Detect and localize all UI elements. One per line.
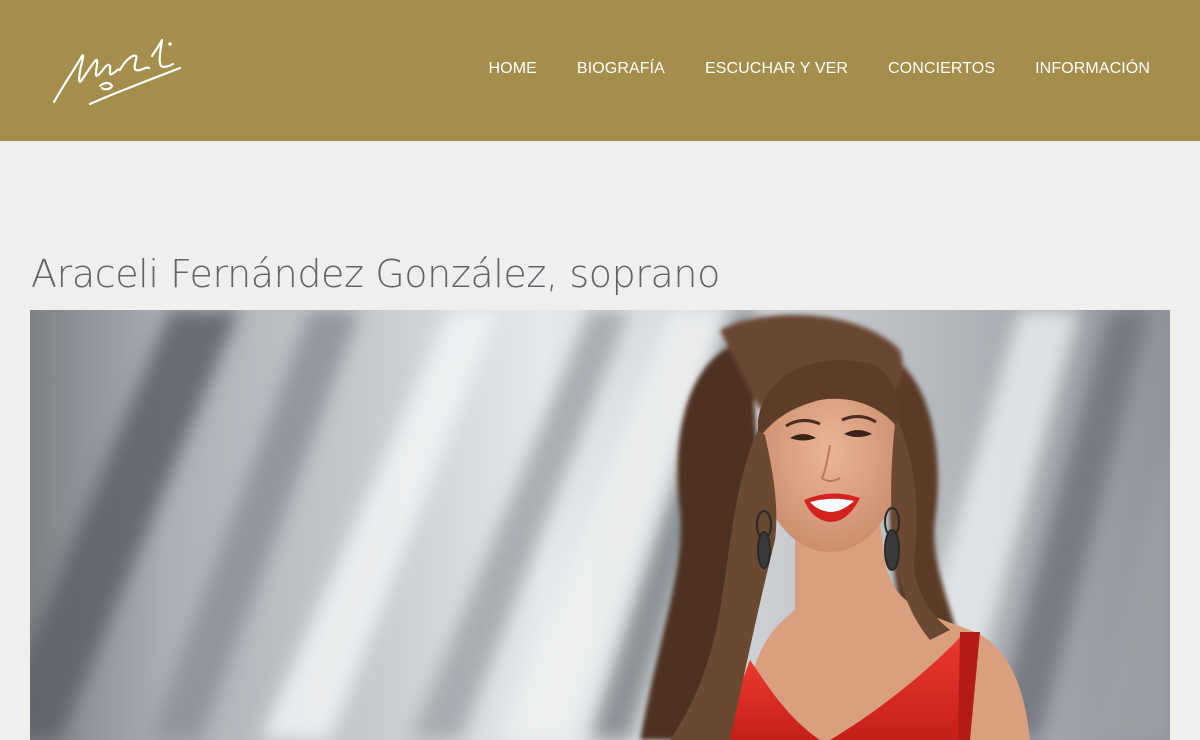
site-header: HOME BIOGRAFÍA ESCUCHAR Y VER CONCIERTOS… <box>0 0 1200 141</box>
signature-logo-icon[interactable] <box>48 26 188 116</box>
nav-item-escuchar-y-ver[interactable]: ESCUCHAR Y VER <box>705 58 848 80</box>
main-navigation: HOME BIOGRAFÍA ESCUCHAR Y VER CONCIERTOS… <box>489 58 1150 80</box>
nav-item-informacion[interactable]: INFORMACIÓN <box>1035 58 1150 80</box>
hero-portrait-image <box>30 310 1170 740</box>
nav-item-home[interactable]: HOME <box>489 58 537 80</box>
page-title: Araceli Fernández González, soprano <box>31 252 720 296</box>
nav-item-biografia[interactable]: BIOGRAFÍA <box>577 58 665 80</box>
nav-item-conciertos[interactable]: CONCIERTOS <box>888 58 995 80</box>
